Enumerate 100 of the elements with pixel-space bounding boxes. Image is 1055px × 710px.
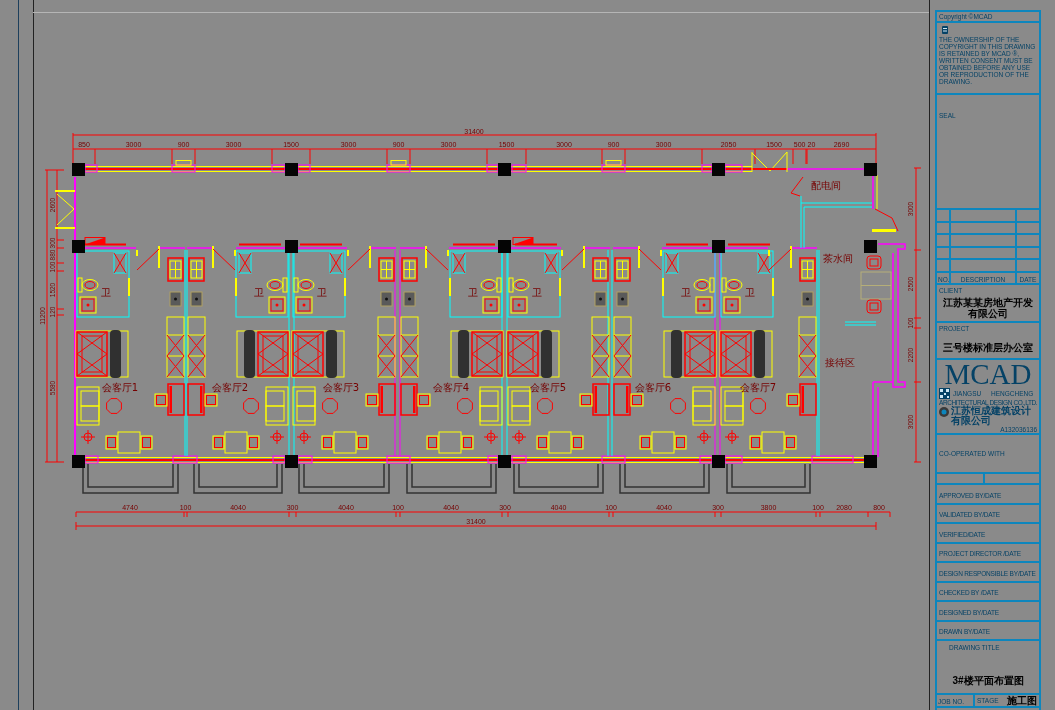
structural-column (72, 240, 85, 253)
shaft-drawing (544, 252, 558, 274)
room-label: 卫 (532, 286, 542, 298)
wardrobe-drawing (591, 316, 610, 378)
structural-column (285, 163, 298, 176)
room-label: 卫 (254, 286, 264, 298)
shaft-drawing (757, 252, 771, 274)
bathroom-wall (292, 250, 346, 318)
exterior-wall (872, 174, 878, 210)
hydrant-cabinet-drawing (84, 237, 106, 245)
window-drawing (171, 160, 196, 173)
cabinet-drawing (614, 257, 631, 282)
door-swing-drawing (212, 245, 236, 271)
room-label: 接待区 (825, 356, 855, 368)
sofa-drawing (507, 386, 531, 426)
room-label: 卫 (468, 286, 478, 298)
cabinet-drawing (592, 257, 609, 282)
window-drawing (386, 160, 411, 173)
floor-lamp-drawing (511, 429, 527, 445)
dining-table-drawing (639, 431, 687, 454)
room-label: 会客厅7 (739, 381, 777, 393)
shaft-drawing (113, 252, 127, 274)
door-swing-drawing (638, 245, 662, 271)
cabinet-drawing (401, 257, 418, 282)
door-swing-drawing (55, 190, 75, 229)
sink-drawing (295, 296, 313, 314)
bathroom-wall (662, 250, 716, 318)
sofa-drawing (692, 386, 716, 426)
structural-column (712, 240, 725, 253)
wardrobe-drawing (798, 316, 817, 378)
structural-column (712, 163, 725, 176)
bed-drawing (506, 330, 560, 378)
bathroom-wall (507, 250, 561, 318)
project-name: 三号楼标准层办公室 (943, 342, 1033, 353)
toilet-drawing (77, 277, 99, 293)
dining-table-drawing (212, 431, 260, 454)
round-table-drawing (243, 398, 259, 414)
floor-lamp-drawing (483, 429, 499, 445)
bed-drawing (236, 330, 290, 378)
structural-column (864, 455, 877, 468)
toilet-drawing (508, 277, 530, 293)
bathroom-wall (235, 250, 289, 318)
floor-lamp-drawing (80, 429, 96, 445)
bathroom-wall (449, 250, 503, 318)
safe-drawing (403, 291, 416, 307)
shaft-drawing (329, 252, 343, 274)
emblem-icon (939, 407, 949, 417)
round-table-drawing (106, 398, 122, 414)
room-label: 茶水间 (823, 252, 853, 264)
round-table-drawing (457, 398, 473, 414)
room-label: 配电间 (811, 179, 841, 191)
round-table-drawing (537, 398, 553, 414)
shaft-drawing (238, 252, 252, 274)
door-swing-drawing (872, 208, 899, 232)
safe-drawing (594, 291, 607, 307)
bathroom-wall (720, 250, 774, 318)
bed-drawing (719, 330, 773, 378)
sofa-drawing (479, 386, 503, 426)
round-table-drawing (670, 398, 686, 414)
structural-column (498, 455, 511, 468)
door-swing-drawing (790, 176, 804, 197)
sofa-drawing (292, 386, 316, 426)
toilet-drawing (721, 277, 743, 293)
structural-column (285, 240, 298, 253)
armchair-drawing (866, 255, 882, 270)
door-swing-drawing (751, 151, 788, 173)
toilet-drawing (693, 277, 715, 293)
dining-table-drawing (105, 431, 153, 454)
drawing-title: 3#楼平面布置图 (952, 675, 1024, 686)
safe-drawing (190, 291, 203, 307)
company-name-chinese: 江苏恒成建筑设计有限公司 (951, 406, 1031, 426)
door-swing-drawing (768, 245, 792, 271)
client-name: 江苏某某房地产开发有限公司 (942, 297, 1034, 319)
structural-column (72, 455, 85, 468)
room-label: 会客厅4 (432, 381, 470, 393)
bed-drawing (291, 330, 345, 378)
hydrant-cabinet-drawing (512, 237, 534, 245)
floor-lamp-drawing (269, 429, 285, 445)
bed-drawing (75, 330, 129, 378)
desk-drawing (154, 383, 185, 416)
door-swing-drawing (136, 245, 160, 271)
shaft-drawing (665, 252, 679, 274)
dining-table-drawing (426, 431, 474, 454)
desk-drawing (365, 383, 396, 416)
room-label: 卫 (745, 286, 755, 298)
qr-code-icon (939, 387, 950, 399)
door-swing-drawing (425, 245, 449, 271)
sink-drawing (268, 296, 286, 314)
wardrobe-drawing (187, 316, 206, 378)
sink-drawing (695, 296, 713, 314)
room-label: 会客厅6 (634, 381, 672, 393)
round-table-drawing (750, 398, 766, 414)
round-table-drawing (322, 398, 338, 414)
shaft-drawing (452, 252, 466, 274)
bed-drawing (450, 330, 504, 378)
toilet-drawing (293, 277, 315, 293)
dining-table-drawing (321, 431, 369, 454)
sink-drawing (482, 296, 500, 314)
armchair-drawing (866, 299, 882, 314)
room-label: 卫 (681, 286, 691, 298)
